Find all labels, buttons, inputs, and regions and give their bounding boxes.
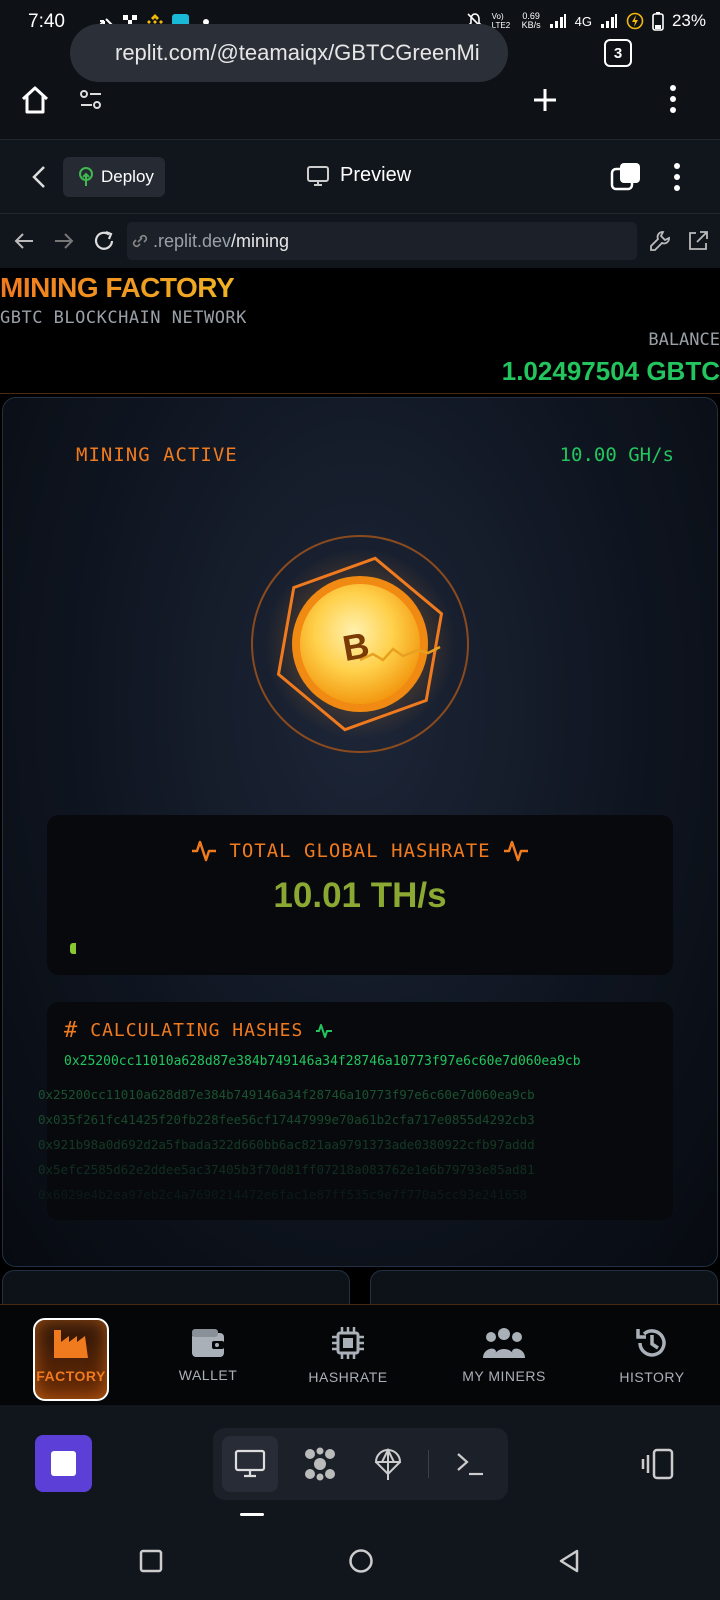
battery-saver-icon bbox=[626, 12, 644, 30]
nav-item-wallet[interactable]: WALLET bbox=[158, 1305, 258, 1405]
panels-icon[interactable] bbox=[640, 1447, 676, 1481]
header-divider bbox=[0, 393, 720, 394]
agent-tool-icon[interactable] bbox=[302, 1446, 338, 1482]
hash-history-item: 0x6029e4b2ea97eb2c4a7690214472e6fac1e87f… bbox=[38, 1187, 528, 1202]
open-external-icon[interactable] bbox=[686, 229, 710, 253]
nav-label-wallet: WALLET bbox=[178, 1367, 238, 1383]
webview-url-path: /mining bbox=[231, 230, 290, 251]
hash-history-item: 0x25200cc11010a628d87e384b749146a34f2874… bbox=[38, 1087, 535, 1102]
volte-label: Vo) LTE2 bbox=[491, 12, 511, 30]
network-type: 4G bbox=[574, 13, 592, 29]
recents-icon[interactable] bbox=[139, 1549, 163, 1573]
app-title: MINING FACTORY bbox=[0, 272, 235, 303]
signal-icon bbox=[549, 14, 566, 28]
battery-icon bbox=[652, 12, 664, 31]
replit-menu-icon[interactable] bbox=[672, 162, 682, 192]
mining-status: MINING ACTIVE bbox=[76, 444, 238, 466]
wallet-icon bbox=[192, 1329, 224, 1357]
global-hashrate-label: TOTAL GLOBAL HASHRATE bbox=[229, 840, 491, 862]
deploy-label: Deploy bbox=[101, 167, 154, 186]
nav-item-hashrate[interactable]: HASHRATE bbox=[298, 1305, 398, 1405]
browser-menu-icon[interactable] bbox=[668, 84, 678, 114]
hash-icon: # bbox=[64, 1018, 79, 1043]
balance-value: 1.02497504 GBTC bbox=[501, 356, 720, 386]
nav-label-history: HISTORY bbox=[619, 1369, 685, 1385]
global-hashrate-title: TOTAL GLOBAL HASHRATE bbox=[0, 838, 720, 864]
personal-hashrate: 10.00 GH/s bbox=[559, 444, 674, 466]
deploy-icon bbox=[79, 167, 93, 186]
new-tab-icon[interactable] bbox=[531, 86, 559, 114]
deploy-tool-icon[interactable] bbox=[373, 1446, 403, 1482]
active-tool-indicator bbox=[240, 1513, 264, 1516]
home-icon[interactable] bbox=[19, 84, 51, 116]
activity-icon bbox=[192, 840, 217, 862]
link-icon bbox=[132, 234, 148, 248]
nav-label-factory: FACTORY bbox=[36, 1368, 106, 1384]
activity-small-icon bbox=[316, 1023, 333, 1038]
back-chevron-icon[interactable] bbox=[31, 165, 47, 189]
tab-switcher-button[interactable]: 3 bbox=[604, 39, 632, 67]
windows-icon[interactable] bbox=[610, 161, 642, 193]
webview-url-field[interactable]: .replit.dev/mining bbox=[127, 222, 637, 260]
tool-separator bbox=[428, 1450, 429, 1478]
hash-history-item: 0x5efc2585d62e2ddee5ac37405b3f70d81ff072… bbox=[38, 1162, 535, 1177]
nav-item-history[interactable]: HISTORY bbox=[602, 1305, 702, 1405]
hash-history-item: 0x921b98a0d692d2a5fbada322d660bb6ac821aa… bbox=[38, 1137, 535, 1152]
mining-coin-graphic[interactable]: B bbox=[248, 532, 472, 756]
home-nav-icon[interactable] bbox=[348, 1548, 374, 1574]
balance-label: BALANCE bbox=[648, 330, 720, 350]
nav-item-factory[interactable]: FACTORY bbox=[33, 1305, 109, 1405]
url-text[interactable]: replit.com/@teamaiqx/GBTCGreenMi bbox=[115, 40, 498, 68]
hash-history-item: 0x035f261fc41425f20fb228fee56cf17447999e… bbox=[38, 1112, 535, 1127]
webview-tool-icon[interactable] bbox=[234, 1449, 266, 1479]
stop-button[interactable] bbox=[35, 1435, 92, 1492]
shell-tool-icon[interactable] bbox=[455, 1450, 485, 1478]
hashes-title: # CALCULATING HASHES bbox=[64, 1018, 333, 1043]
users-icon bbox=[483, 1328, 525, 1358]
system-status-icons: Vo) LTE2 0.69 KB/s 4G 23% bbox=[466, 11, 706, 31]
stop-icon bbox=[51, 1451, 76, 1476]
wrench-icon[interactable] bbox=[648, 229, 672, 253]
hashes-label: CALCULATING HASHES bbox=[90, 1020, 304, 1041]
battery-percent: 23% bbox=[671, 11, 706, 30]
webview-url-domain: .replit.dev bbox=[153, 230, 232, 251]
nav-label-my-miners: MY MINERS bbox=[462, 1368, 546, 1384]
activity-icon bbox=[503, 840, 528, 862]
reload-icon[interactable] bbox=[92, 229, 116, 253]
app-subtitle: GBTC BLOCKCHAIN NETWORK bbox=[0, 308, 247, 328]
nav-item-my-miners[interactable]: MY MINERS bbox=[444, 1305, 564, 1405]
deploy-button[interactable]: Deploy bbox=[63, 157, 165, 197]
current-hash: 0x25200cc11010a628d87e384b749146a34f2874… bbox=[64, 1054, 581, 1069]
signal-2-icon bbox=[600, 14, 617, 28]
preview-label: Preview bbox=[340, 164, 412, 186]
status-time: 7:40 bbox=[28, 11, 65, 32]
chip-icon bbox=[332, 1327, 364, 1359]
nav-label-hashrate: HASHRATE bbox=[308, 1369, 388, 1385]
global-hashrate-value: 10.01 TH/s bbox=[273, 876, 447, 915]
preview-tab[interactable]: Preview bbox=[306, 164, 411, 187]
webview-forward-icon[interactable] bbox=[53, 231, 75, 251]
factory-icon bbox=[54, 1330, 88, 1358]
site-settings-icon[interactable] bbox=[79, 89, 103, 111]
webview-back-icon[interactable] bbox=[13, 231, 35, 251]
net-speed: 0.69 KB/s bbox=[521, 11, 541, 30]
hashrate-progress-bar bbox=[70, 943, 76, 954]
history-icon bbox=[636, 1329, 666, 1357]
monitor-icon bbox=[307, 165, 329, 186]
back-nav-icon[interactable] bbox=[557, 1549, 581, 1573]
